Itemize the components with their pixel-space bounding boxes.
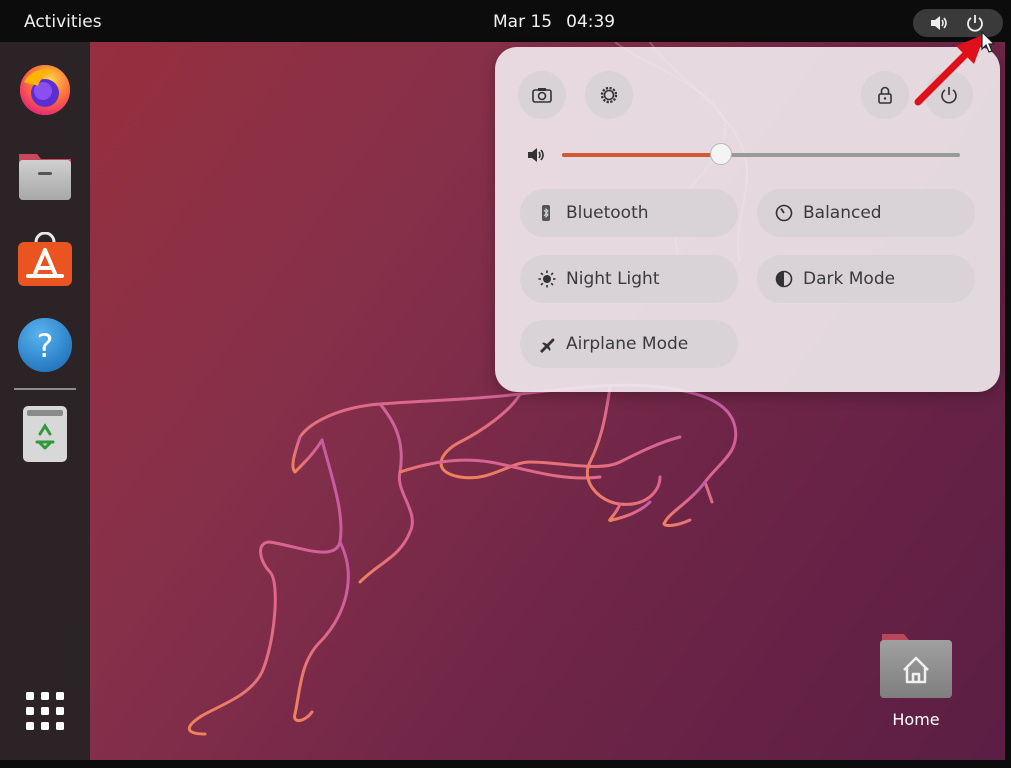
show-applications-icon[interactable] [16,684,74,742]
dock: ? [0,42,90,760]
bluetooth-icon [538,204,554,226]
screen-edge-right [1005,42,1011,768]
power-mode-toggle[interactable]: Balanced [757,189,975,237]
home-folder-icon[interactable] [880,630,952,700]
airplane-mode-toggle[interactable]: Airplane Mode [520,320,738,368]
airplane-icon [538,335,556,357]
dark-mode-label: Dark Mode [803,269,896,289]
bluetooth-label: Bluetooth [566,203,649,223]
power-mode-label: Balanced [803,203,882,223]
ubuntu-software-icon[interactable] [16,231,74,290]
help-icon[interactable]: ? [16,316,74,374]
trash-icon[interactable] [16,404,74,462]
sun-icon [538,270,556,292]
night-light-toggle[interactable]: Night Light [520,255,738,303]
home-folder-label: Home [892,710,940,729]
svg-text:?: ? [37,327,54,365]
volume-icon [526,145,546,169]
mouse-cursor-icon [981,31,996,53]
volume-slider-handle[interactable] [710,143,733,165]
gauge-icon [775,204,793,226]
dark-mode-toggle[interactable]: Dark Mode [757,255,975,303]
contrast-icon [775,270,793,292]
night-light-label: Night Light [566,269,660,289]
screen-edge-bottom [0,760,1011,768]
dock-separator [14,388,76,390]
volume-slider-fill [562,153,722,157]
annotation-arrow [914,34,985,106]
airplane-mode-label: Airplane Mode [566,334,689,354]
files-icon[interactable] [16,146,74,204]
bluetooth-toggle[interactable]: Bluetooth [520,189,738,237]
